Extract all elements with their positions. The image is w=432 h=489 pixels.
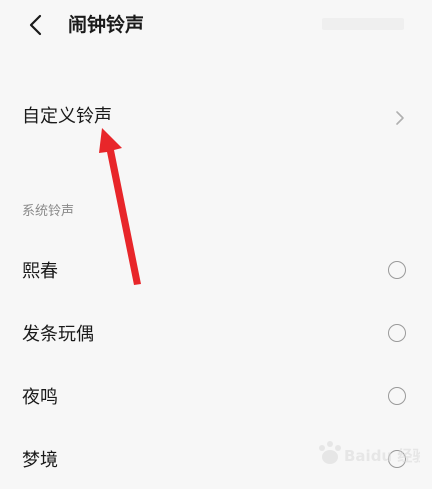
ringtone-label: 熙春 <box>22 261 58 282</box>
chevron-left-icon <box>29 14 42 36</box>
alarm-ringtone-screen: 闹钟铃声 自定义铃声 系统铃声 熙春 发条玩偶 夜鸣 梦境 Baidu 经验 <box>0 0 432 489</box>
ringtone-label: 夜鸣 <box>22 387 58 408</box>
ringtone-radio[interactable] <box>388 324 406 342</box>
ringtone-label: 发条玩偶 <box>22 324 94 345</box>
ringtone-label: 梦境 <box>22 450 58 471</box>
chevron-right-icon <box>396 111 404 125</box>
custom-ringtone-row[interactable]: 自定义铃声 <box>0 92 432 144</box>
page-title: 闹钟铃声 <box>68 14 145 36</box>
custom-ringtone-label: 自定义铃声 <box>22 106 112 127</box>
baidu-watermark-logo: Baidu 经验 <box>319 441 420 465</box>
ringtone-item[interactable]: 夜鸣 <box>0 370 432 426</box>
ringtone-radio[interactable] <box>388 261 406 279</box>
top-app-bar: 闹钟铃声 <box>0 0 432 52</box>
back-button[interactable] <box>22 10 52 40</box>
system-ringtones-section-header: 系统铃声 <box>22 204 75 219</box>
watermark-text: Baidu 经验 <box>344 447 420 465</box>
header-faded-element <box>322 18 404 30</box>
ringtone-radio[interactable] <box>388 387 406 405</box>
ringtone-item[interactable]: 发条玩偶 <box>0 307 432 363</box>
ringtone-item[interactable]: 熙春 <box>0 244 432 300</box>
